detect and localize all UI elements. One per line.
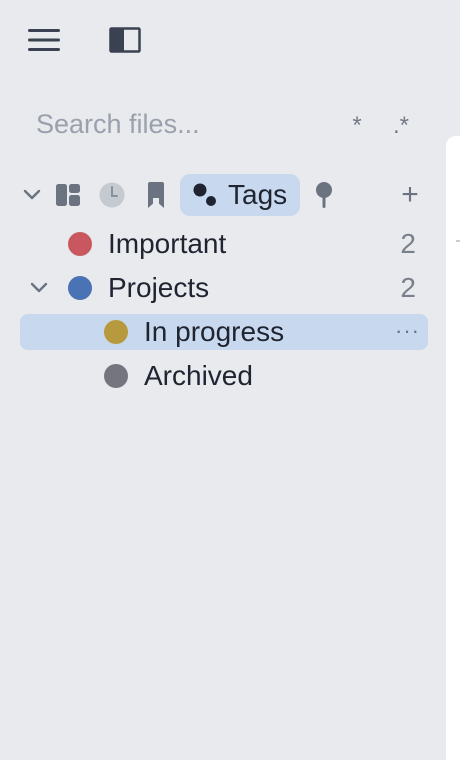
tag-count: 2: [400, 228, 416, 259]
tags-icon: [193, 183, 216, 206]
hamburger-menu-icon: [28, 29, 60, 51]
tab-tags-label: Tags: [228, 179, 288, 210]
tag-name: Projects: [108, 272, 210, 303]
top-toolbar: [0, 0, 460, 80]
pin-icon: [316, 182, 332, 208]
glob-toggle-button[interactable]: *: [342, 108, 372, 144]
tab-tags[interactable]: Tags: [180, 174, 300, 216]
panel-divider-mark: [456, 240, 460, 242]
more-options-button[interactable]: ···: [395, 318, 420, 344]
tab-recent[interactable]: [96, 178, 128, 212]
expand-toggle[interactable]: [26, 275, 52, 301]
file-explorer-icon: [56, 184, 80, 206]
tag-name: In progress: [144, 316, 285, 347]
search-bar: * .*: [22, 100, 428, 148]
tag-color-dot: [68, 232, 92, 256]
app-window: * .*: [0, 0, 460, 760]
view-tabs-row: Tags +: [0, 170, 446, 220]
tag-row-important[interactable]: Important 2: [20, 225, 428, 263]
sidebar-toggle-button[interactable]: [104, 22, 146, 58]
tab-bookmarks[interactable]: [140, 178, 172, 212]
search-input[interactable]: [22, 100, 322, 148]
tag-row-in-progress[interactable]: In progress ···: [20, 314, 428, 350]
tag-count: 2: [400, 272, 416, 303]
tag-color-dot: [104, 364, 128, 388]
bookmark-icon: [148, 182, 164, 208]
regex-toggle-button[interactable]: .*: [386, 108, 416, 144]
tag-color-dot: [104, 320, 128, 344]
tag-name: Important: [108, 228, 227, 259]
clock-icon: [99, 182, 125, 208]
chevron-down-icon: [30, 282, 48, 293]
chevron-down-icon: [23, 189, 41, 200]
tag-name: Archived: [144, 360, 253, 391]
hamburger-menu-button[interactable]: [22, 22, 66, 58]
editor-panel-edge: [446, 136, 460, 760]
tab-pinned[interactable]: [308, 178, 340, 212]
collapse-all-button[interactable]: [18, 180, 46, 210]
tag-row-archived[interactable]: Archived: [20, 357, 428, 395]
add-view-button[interactable]: +: [394, 178, 426, 212]
tab-file-explorer[interactable]: [52, 178, 84, 212]
tag-row-projects[interactable]: Projects 2: [20, 269, 428, 307]
sidebar-layout-icon: [109, 27, 141, 53]
tag-color-dot: [68, 276, 92, 300]
